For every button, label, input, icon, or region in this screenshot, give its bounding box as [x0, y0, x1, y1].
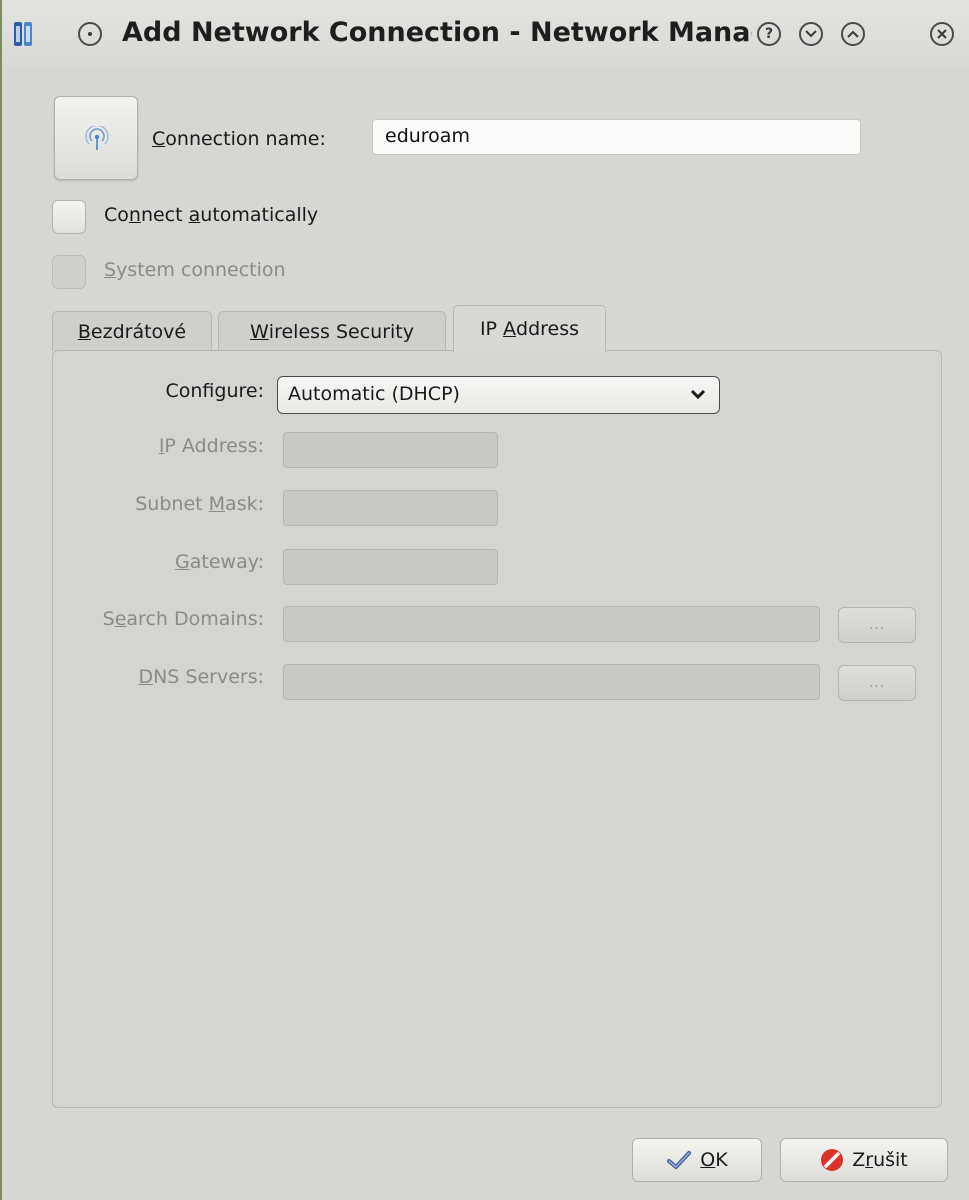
ip-address-label: IP Address:	[158, 435, 264, 457]
connection-name-label: Connection name:	[152, 128, 326, 150]
configure-select[interactable]: Automatic (DHCP)	[277, 376, 720, 414]
ok-label: OK	[700, 1149, 728, 1171]
ip-address-input[interactable]	[283, 432, 498, 468]
tab-wireless-security[interactable]: Wireless Security	[218, 311, 446, 351]
search-domains-input[interactable]	[283, 606, 820, 642]
dns-servers-input[interactable]	[283, 664, 820, 700]
system-connection-label[interactable]: System connection	[104, 259, 286, 281]
dns-servers-edit-button[interactable]: ...	[838, 665, 916, 701]
wireless-icon	[85, 126, 109, 150]
chevron-down-icon	[690, 389, 706, 400]
dialog-window: Add Network Connection - Network Manag ?…	[0, 0, 969, 1200]
subnet-mask-label: Subnet Mask:	[135, 493, 264, 515]
titlebar[interactable]: Add Network Connection - Network Manag ?	[2, 0, 969, 70]
checkmark-icon	[667, 1151, 692, 1169]
cancel-button[interactable]: Zrušit	[780, 1138, 948, 1182]
tab-wireless[interactable]: Bezdrátové	[52, 311, 212, 351]
search-domains-edit-button[interactable]: ...	[838, 607, 916, 643]
cancel-label: Zrušit	[852, 1149, 908, 1171]
subnet-mask-input[interactable]	[283, 490, 498, 526]
connect-automatically-label[interactable]: Connect automatically	[104, 204, 318, 226]
dns-servers-label: DNS Servers:	[138, 666, 264, 688]
close-icon[interactable]	[930, 22, 954, 46]
configure-label: Configure:	[165, 380, 265, 402]
system-connection-checkbox[interactable]	[52, 255, 86, 289]
configure-select-value: Automatic (DHCP)	[288, 383, 460, 405]
cancel-icon	[821, 1149, 844, 1171]
connect-automatically-checkbox[interactable]	[52, 200, 86, 234]
minimize-icon[interactable]	[799, 22, 823, 46]
search-domains-label: Search Domains:	[102, 608, 264, 630]
tab-ip-address[interactable]: IP Address	[453, 305, 606, 352]
connection-name-input[interactable]: eduroam	[372, 119, 861, 155]
gateway-input[interactable]	[283, 549, 498, 585]
app-icon[interactable]	[12, 18, 40, 50]
menu-icon[interactable]	[78, 22, 102, 46]
ok-button[interactable]: OK	[632, 1138, 762, 1182]
connection-icon-button[interactable]	[54, 96, 138, 180]
maximize-icon[interactable]	[841, 22, 865, 46]
window-title: Add Network Connection - Network Manag	[122, 17, 752, 48]
gateway-label: Gateway:	[175, 551, 264, 573]
help-icon[interactable]: ?	[757, 22, 781, 46]
